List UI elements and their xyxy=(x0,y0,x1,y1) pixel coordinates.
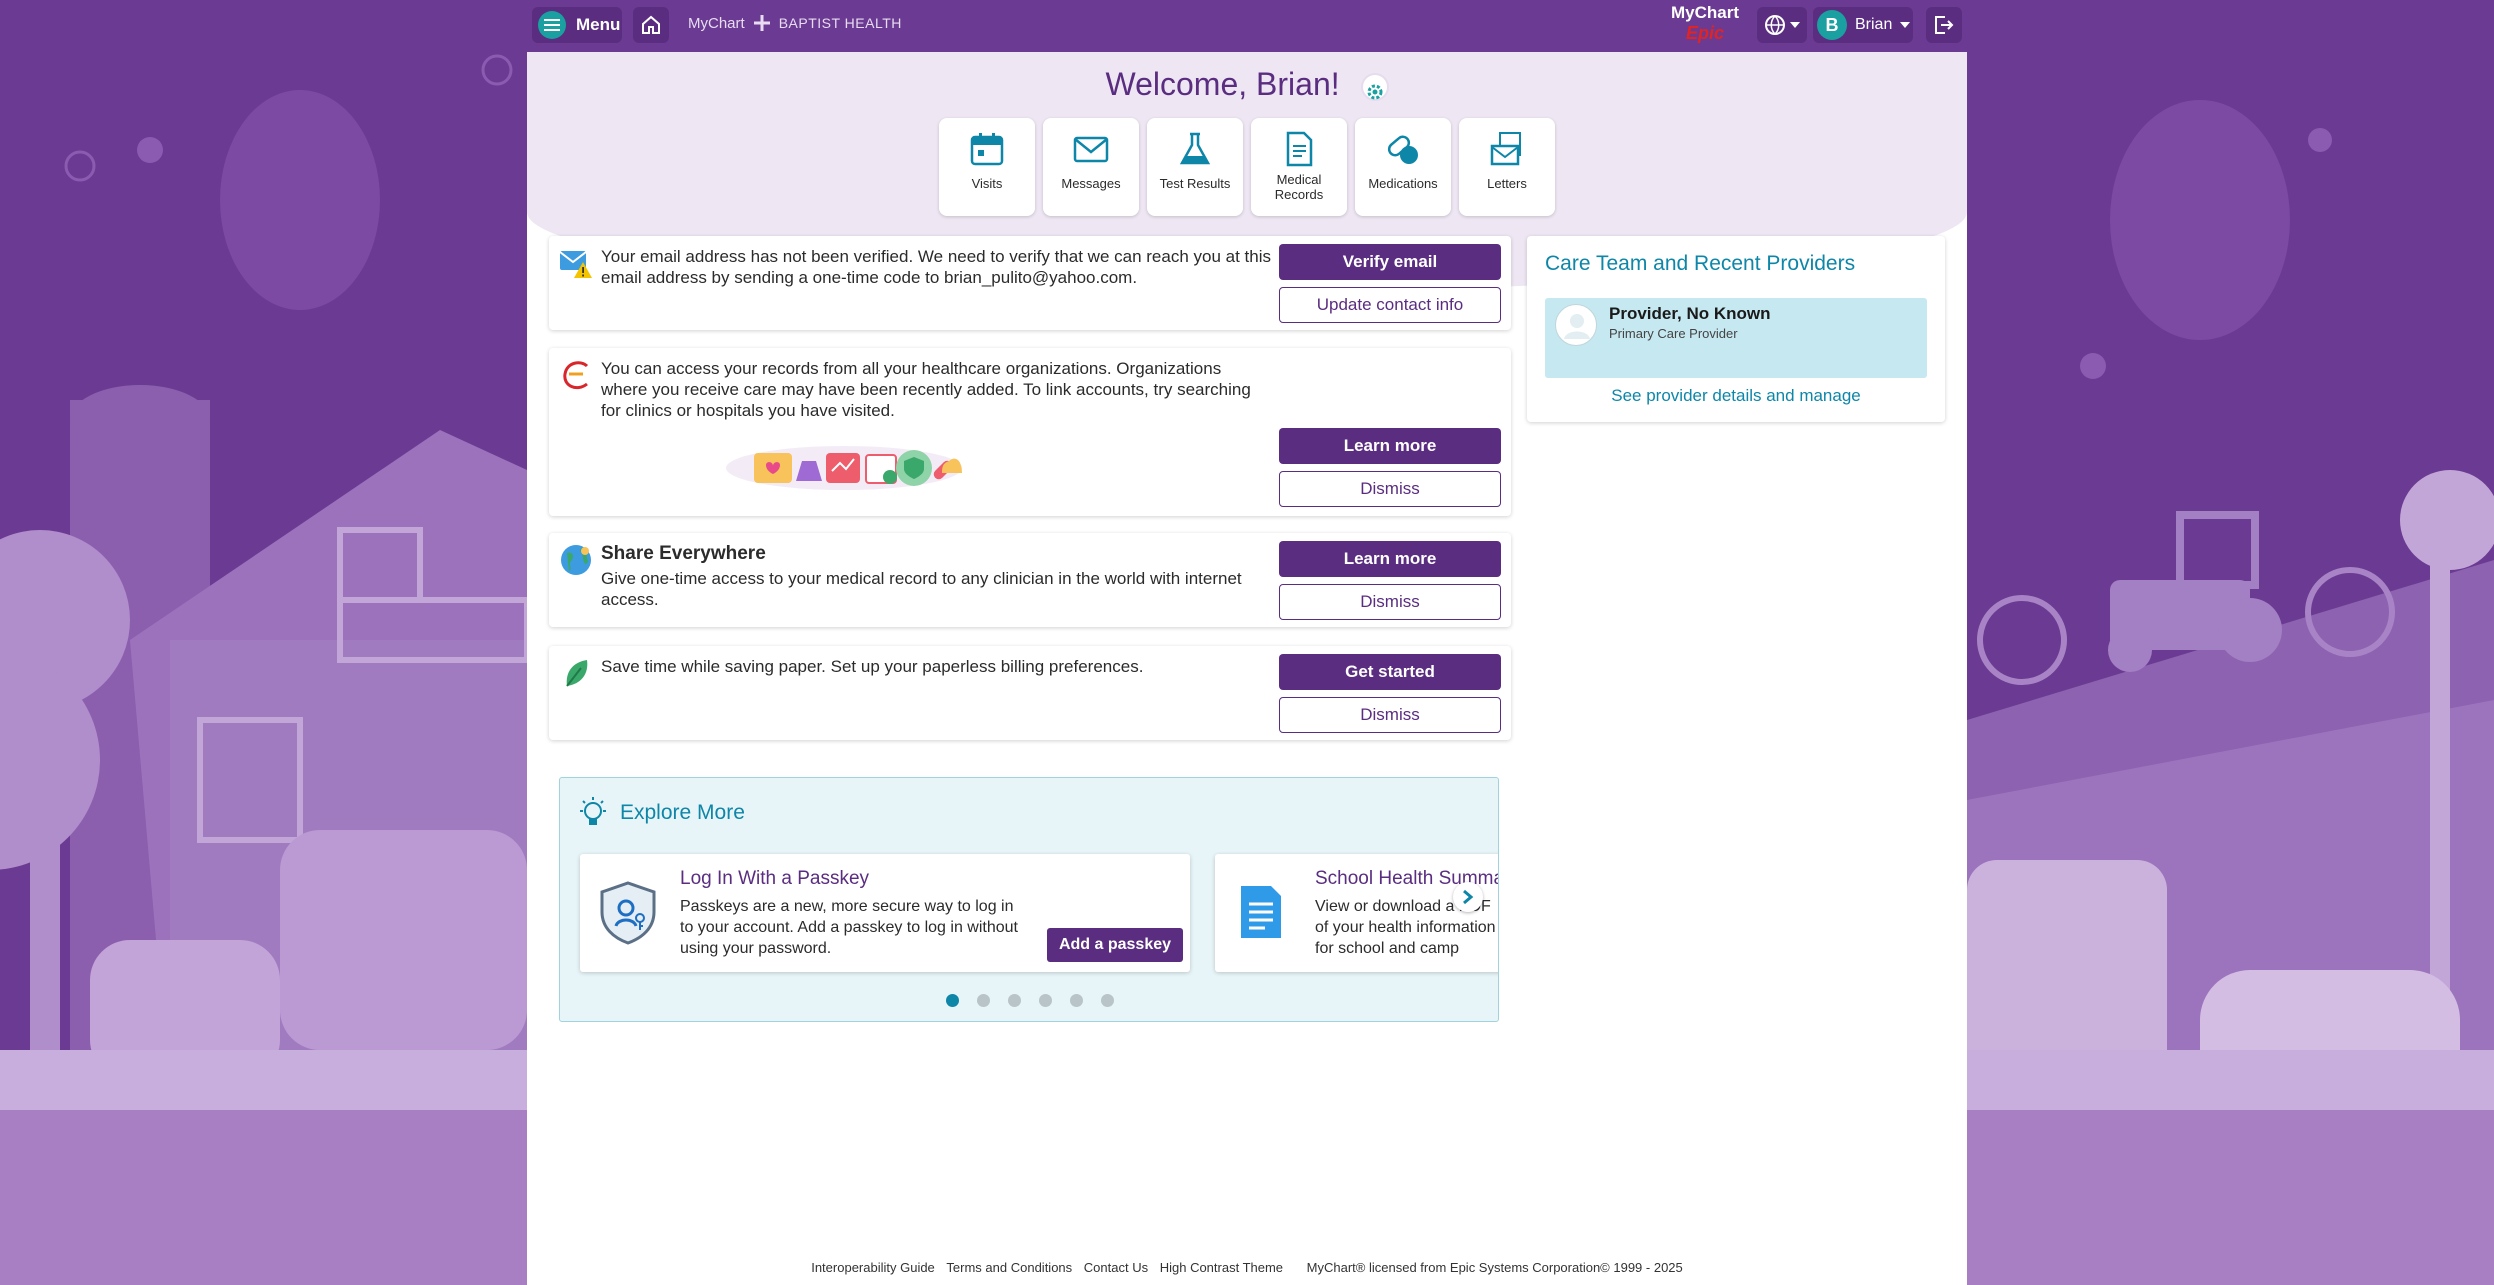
globe-icon xyxy=(561,545,591,575)
chevron-down-icon xyxy=(1790,22,1800,28)
epic-logo-icon xyxy=(563,361,589,390)
user-name: Brian xyxy=(1855,16,1893,33)
language-button[interactable] xyxy=(1757,7,1807,43)
carousel-dot[interactable] xyxy=(1070,994,1083,1007)
email-verification-card: Your email address has not been verified… xyxy=(549,236,1511,330)
quick-link-medications[interactable]: Medications xyxy=(1355,118,1451,216)
footer-link-high-contrast[interactable]: High Contrast Theme xyxy=(1160,1260,1283,1275)
provider-details-link[interactable]: See provider details and manage xyxy=(1527,386,1945,406)
calendar-icon xyxy=(970,133,1004,166)
globe-icon xyxy=(1765,15,1785,36)
quick-link-test-results[interactable]: Test Results xyxy=(1147,118,1243,216)
add-passkey-button[interactable]: Add a passkey xyxy=(1047,928,1183,962)
provider-card[interactable]: Provider, No Known Primary Care Provider xyxy=(1545,298,1927,378)
verify-email-button[interactable]: Verify email xyxy=(1279,244,1501,280)
share-card-text: Give one-time access to your medical rec… xyxy=(601,569,1242,609)
explore-card-school-health[interactable]: School Health Summary View or download a… xyxy=(1215,854,1498,972)
baptist-health-logo-icon xyxy=(753,15,770,31)
explore-more-section: Explore More Log In With a Passkey Passk… xyxy=(559,777,1499,1022)
provider-name: Provider, No Known xyxy=(1609,304,1771,323)
quick-link-letters[interactable]: Letters xyxy=(1459,118,1555,216)
carousel-dot[interactable] xyxy=(1008,994,1021,1007)
footer: Interoperability Guide Terms and Conditi… xyxy=(527,1260,1967,1275)
quick-link-visits[interactable]: Visits xyxy=(939,118,1035,216)
carousel-next-button[interactable] xyxy=(1453,882,1483,912)
paperless-card-text: Save time while saving paper. Set up you… xyxy=(601,657,1144,676)
home-button[interactable] xyxy=(633,7,669,43)
share-dismiss-button[interactable]: Dismiss xyxy=(1279,584,1501,620)
brand-logo[interactable]: MyChart BAPTIST HEALTH xyxy=(688,14,902,32)
healthcare-illustration xyxy=(726,446,962,490)
dismiss-button[interactable]: Dismiss xyxy=(1279,471,1501,507)
share-card-title: Share Everywhere xyxy=(601,543,766,564)
carousel-pagination xyxy=(560,994,1498,1007)
explore-card-passkey[interactable]: Log In With a Passkey Passkeys are a new… xyxy=(580,854,1190,972)
envelope-icon xyxy=(1073,136,1109,163)
flask-icon xyxy=(1179,132,1211,165)
leaf-icon xyxy=(566,660,588,687)
welcome-heading: Welcome, Brian! xyxy=(527,66,1967,103)
gear-icon[interactable] xyxy=(1360,72,1389,101)
quick-links: Visits Messages Test Results Medical Rec… xyxy=(939,118,1555,216)
avatar: B xyxy=(1817,10,1847,40)
pills-icon xyxy=(1387,135,1418,164)
provider-avatar xyxy=(1555,304,1597,346)
main-content: Welcome, Brian! Visits Messages Test Res… xyxy=(527,52,1967,1285)
update-contact-info-button[interactable]: Update contact info xyxy=(1279,287,1501,323)
brand-org: BAPTIST HEALTH xyxy=(778,15,902,31)
care-team-title: Care Team and Recent Providers xyxy=(1545,252,1856,275)
user-menu-button[interactable]: B Brian xyxy=(1813,7,1913,43)
letters-icon xyxy=(1490,132,1521,166)
logout-button[interactable] xyxy=(1926,7,1962,43)
quick-link-medical-records[interactable]: Medical Records xyxy=(1251,118,1347,216)
menu-button[interactable]: Menu xyxy=(532,7,622,43)
learn-more-button[interactable]: Learn more xyxy=(1279,428,1501,464)
carousel-dot[interactable] xyxy=(1039,994,1052,1007)
shield-key-icon xyxy=(600,881,656,945)
carousel-dot[interactable] xyxy=(1101,994,1114,1007)
explore-heading: Explore More xyxy=(576,796,745,830)
paperless-billing-card: Save time while saving paper. Set up you… xyxy=(549,646,1511,740)
hamburger-icon xyxy=(538,11,566,39)
menu-label: Menu xyxy=(576,15,621,34)
page-title: Welcome, Brian! xyxy=(1105,66,1340,102)
lightbulb-icon xyxy=(580,797,606,825)
paperless-dismiss-button[interactable]: Dismiss xyxy=(1279,697,1501,733)
carousel-dot[interactable] xyxy=(977,994,990,1007)
records-card-text: You can access your records from all you… xyxy=(601,359,1251,420)
chevron-right-icon xyxy=(1463,889,1474,905)
top-navigation-bar: Menu MyChart BAPTIST HEALTH MyChart Epic… xyxy=(0,0,2494,52)
document-icon xyxy=(1286,131,1313,167)
linked-records-card: You can access your records from all you… xyxy=(549,348,1511,516)
explore-card-desc: Passkeys are a new, more secure way to l… xyxy=(680,898,1018,957)
care-team-panel: Care Team and Recent Providers Provider,… xyxy=(1527,236,1945,422)
share-everywhere-card: Share Everywhere Give one-time access to… xyxy=(549,533,1511,627)
pdf-document-icon xyxy=(1241,886,1281,938)
mychart-epic-logo: MyChart Epic xyxy=(1670,3,1739,43)
logout-icon xyxy=(1935,16,1954,34)
footer-copyright: MyChart® licensed from Epic Systems Corp… xyxy=(1306,1260,1683,1275)
brand-mychart: MyChart xyxy=(688,14,745,32)
carousel-dot[interactable] xyxy=(946,994,959,1007)
email-card-text: Your email address has not been verified… xyxy=(601,247,1271,287)
footer-link-contact[interactable]: Contact Us xyxy=(1084,1260,1148,1275)
footer-link-interoperability[interactable]: Interoperability Guide xyxy=(811,1260,935,1275)
chevron-down-icon xyxy=(1900,22,1911,28)
share-learn-more-button[interactable]: Learn more xyxy=(1279,541,1501,577)
footer-link-terms[interactable]: Terms and Conditions xyxy=(946,1260,1072,1275)
provider-role: Primary Care Provider xyxy=(1609,326,1738,341)
home-icon xyxy=(642,15,660,34)
quick-link-messages[interactable]: Messages xyxy=(1043,118,1139,216)
email-warning-icon xyxy=(559,251,592,278)
get-started-button[interactable]: Get started xyxy=(1279,654,1501,690)
explore-card-title: Log In With a Passkey xyxy=(680,868,870,889)
share-card-body: Share Everywhere Give one-time access to… xyxy=(601,543,1271,610)
